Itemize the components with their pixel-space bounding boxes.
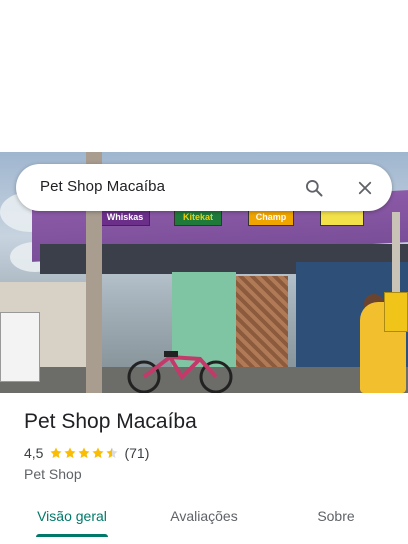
rating-row[interactable]: 4,5 (71) <box>24 444 149 462</box>
tab-reviews[interactable]: Avaliações <box>156 496 252 536</box>
star-half-icon <box>106 447 119 459</box>
star-icon <box>50 447 63 459</box>
star-icon <box>78 447 91 459</box>
product-box <box>384 292 408 332</box>
search-bar[interactable]: Pet Shop Macaíba <box>16 164 392 211</box>
rating-value: 4,5 <box>24 445 44 461</box>
place-panel: Whiskas Kitekat Champ Pet Shop Macaíba P… <box>0 0 408 544</box>
bicycle <box>127 351 233 393</box>
search-input[interactable]: Pet Shop Macaíba <box>40 178 165 195</box>
tab-indicator <box>36 534 108 537</box>
tab-bar: Visão geral Avaliações Sobre <box>0 496 408 544</box>
star-rating <box>49 446 119 460</box>
tab-about[interactable]: Sobre <box>296 496 376 536</box>
place-title: Pet Shop Macaíba <box>24 410 197 433</box>
place-category[interactable]: Pet Shop <box>24 466 82 482</box>
tab-overview[interactable]: Visão geral <box>24 496 120 536</box>
close-icon[interactable] <box>353 176 377 200</box>
review-count[interactable]: (71) <box>124 445 149 461</box>
search-icon[interactable] <box>302 176 326 200</box>
star-icon <box>64 447 77 459</box>
parked-van <box>0 312 40 382</box>
star-icon <box>92 447 105 459</box>
